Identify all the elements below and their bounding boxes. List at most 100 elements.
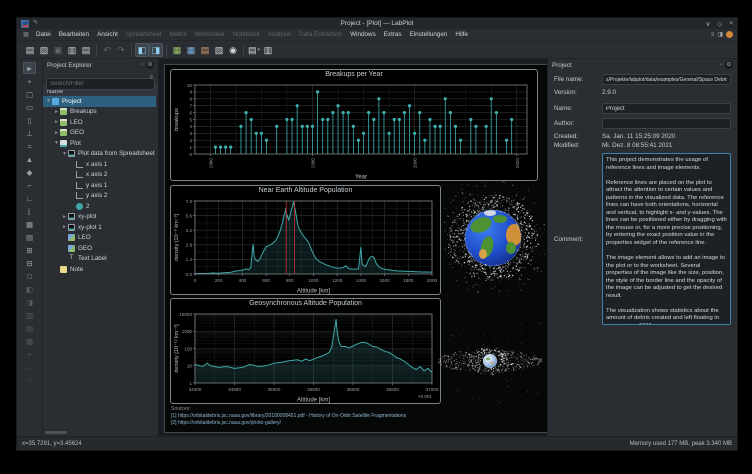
expander-icon[interactable]: ▾ xyxy=(53,140,60,146)
expander-icon[interactable]: ▾ xyxy=(61,151,68,157)
close-button[interactable]: × xyxy=(729,20,733,27)
near-earth-chart[interactable]: 0 200 400 600 800 1000 1200 1400 1600 1800 2000 0.0… xyxy=(171,197,440,294)
tree-item-breakups[interactable]: ▸ Breakups xyxy=(43,107,156,118)
breakups-chart[interactable]: 1960 1980 2000 2020 0 1 2 3 4 5 67 8 9 10 Year breakups xyxy=(171,81,537,180)
geo-debris-image[interactable] xyxy=(435,299,547,423)
zoom-select-icon[interactable]: ▢ xyxy=(23,88,36,100)
tree-item-x-axis-2[interactable]: x axis 2 xyxy=(43,170,156,181)
tree-item-geo[interactable]: GEO xyxy=(43,243,156,254)
dock-gear-icon[interactable]: ⚙ xyxy=(725,61,733,69)
open-project-button[interactable]: ▧ xyxy=(37,43,51,57)
leo-debris-image[interactable] xyxy=(443,181,545,297)
tree-item-note[interactable]: Note xyxy=(43,264,156,275)
comment-field[interactable]: This project demonstrates the usage of r… xyxy=(602,153,731,325)
menu-datei[interactable]: Datei xyxy=(32,31,55,38)
tree-item-geo[interactable]: ▸ GEO xyxy=(43,128,156,139)
tree-item-x-axis-1[interactable]: x axis 1 xyxy=(43,159,156,170)
tree-item-leo[interactable]: ▸ LEO xyxy=(43,117,156,128)
toggle-properties-button[interactable]: ◨ xyxy=(149,42,163,57)
panel-toggle-icon[interactable]: ◨ xyxy=(717,31,723,38)
data-extraction-button[interactable]: ◉ xyxy=(226,43,240,57)
new-spreadsheet-button[interactable]: ▦ xyxy=(170,43,184,57)
tree-item-2[interactable]: 2 xyxy=(43,201,156,212)
tree-item-y-axis-2[interactable]: y axis 2 xyxy=(43,191,156,202)
search-input[interactable] xyxy=(46,78,155,90)
new-worksheet-button[interactable]: ▤ xyxy=(198,43,212,57)
menu-ansicht[interactable]: Ansicht xyxy=(93,31,122,38)
expander-icon[interactable]: ▸ xyxy=(61,214,68,220)
menu-bearbeiten[interactable]: Bearbeiten xyxy=(55,31,93,38)
tree-item-xy-plot-1[interactable]: ▸ xy-plot 1 xyxy=(43,222,156,233)
tree-item-leo[interactable]: LEO xyxy=(43,233,156,244)
zoom-x-select-icon[interactable]: ▭ xyxy=(23,101,36,113)
reference-corner-icon[interactable]: ⌊ xyxy=(23,205,36,217)
zoom-y-select-icon[interactable]: ▯ xyxy=(23,114,36,126)
add-image-icon[interactable]: ▤ xyxy=(23,231,36,243)
tree-item-project[interactable]: ▾ Project xyxy=(43,96,156,107)
tree-item-plot[interactable]: ▾ Plot xyxy=(43,138,156,149)
fit-height-icon[interactable]: ◨ xyxy=(23,296,36,308)
near-earth-plot[interactable]: Near Earth Altitude Population 0 200 400 60… xyxy=(170,185,441,295)
add-axis-icon[interactable]: ⊥ xyxy=(23,127,36,139)
save-project-button[interactable]: ▣ xyxy=(51,43,65,57)
add-plot-icon[interactable]: ▦ xyxy=(23,218,36,230)
dock-float-icon[interactable]: ▫ xyxy=(141,62,143,68)
notification-badge-icon[interactable] xyxy=(726,31,733,38)
dock-float-icon[interactable]: ▫ xyxy=(720,62,722,68)
menu-overflow-icon[interactable]: ▦ xyxy=(22,31,30,39)
add-analysis-icon[interactable]: ◆ xyxy=(23,166,36,178)
zoom-fit-icon[interactable]: □ xyxy=(23,270,36,282)
redo-button[interactable]: ↷ xyxy=(114,43,128,57)
import-button[interactable]: ▥ xyxy=(261,43,275,57)
zoom-out-icon[interactable]: ⊟ xyxy=(23,257,36,269)
geo-chart[interactable]: 34000 34500 35000 35500 36000 36500 3700011010… xyxy=(171,310,440,403)
new-notebook-button[interactable]: ▨ xyxy=(212,43,226,57)
print-preview-button[interactable]: ▤ xyxy=(79,43,93,57)
expander-icon[interactable]: ▸ xyxy=(61,224,68,230)
hamburger-icon[interactable]: ≡ xyxy=(711,32,715,38)
breakups-plot[interactable]: Breakups per Year 1960 1980 2000 2020 0 1 2 3 4 5… xyxy=(170,69,538,181)
tree-item-y-axis-1[interactable]: y axis 1 xyxy=(43,180,156,191)
properties-header[interactable]: Project ▫ ⚙ xyxy=(548,59,737,71)
worksheet-canvas[interactable]: Breakups per Year 1960 1980 2000 2020 0 1 2 3 4 5… xyxy=(164,64,548,433)
new-matrix-button[interactable]: ▦ xyxy=(184,43,198,57)
expander-icon[interactable]: ▸ xyxy=(53,119,60,125)
expander-icon[interactable]: ▸ xyxy=(53,130,60,136)
maximize-button[interactable]: ◇ xyxy=(717,20,722,28)
filter-icon[interactable]: ≡ xyxy=(149,75,153,81)
menu-windows[interactable]: Windows xyxy=(346,31,380,38)
new-project-button[interactable]: ▤ xyxy=(23,43,37,57)
layout-grid-icon[interactable]: ▦ xyxy=(23,335,36,347)
fit-width-icon[interactable]: ◧ xyxy=(23,283,36,295)
new-plot-button[interactable]: ▤ ▾ xyxy=(247,43,261,57)
minimize-button[interactable]: ∨ xyxy=(705,20,710,28)
sources-text-label[interactable]: Sources: [1] https://orbitaldebris.jsc.n… xyxy=(171,406,406,427)
tree-item-plot-data-from-spreadsheet[interactable]: ▾ Plot data from Spreadsheet xyxy=(43,149,156,160)
geo-plot[interactable]: Geosynchronous Altitude Population 34000… xyxy=(170,298,441,404)
grid-icon[interactable]: ∷ xyxy=(23,374,36,386)
expander-icon[interactable]: ▸ xyxy=(53,109,60,115)
dock-gear-icon[interactable]: ⚙ xyxy=(146,61,154,69)
tree-item-xy-plot[interactable]: ▸ xy-plot xyxy=(43,212,156,223)
snap-icon[interactable]: ∴ xyxy=(23,361,36,373)
reference-line-v-icon[interactable]: ∟ xyxy=(23,192,36,204)
layout-break-icon[interactable]: ÷ xyxy=(23,348,36,360)
crosshair-icon[interactable]: + xyxy=(23,75,36,87)
horizontal-scrollbar[interactable] xyxy=(45,431,67,434)
menu-hilfe[interactable]: Hilfe xyxy=(451,31,472,38)
zoom-in-icon[interactable]: ⊞ xyxy=(23,244,36,256)
tree-item-text-label[interactable]: T Text Label xyxy=(43,254,156,265)
layout-h-icon[interactable]: ▥ xyxy=(23,309,36,321)
file-name-field[interactable] xyxy=(602,74,731,85)
title-bar[interactable]: ✎ Project - [Plot] — LabPlot ∨ ◇ × xyxy=(17,18,737,29)
add-curve-icon[interactable]: ≈ xyxy=(23,140,36,152)
author-field[interactable] xyxy=(602,118,731,129)
add-legend-icon[interactable]: ▲ xyxy=(23,153,36,165)
toggle-project-explorer-button[interactable]: ◧ xyxy=(135,42,149,57)
reference-line-h-icon[interactable]: ⌐ xyxy=(23,179,36,191)
print-button[interactable]: ▥ xyxy=(65,43,79,57)
menu-extras[interactable]: Extras xyxy=(380,31,406,38)
undo-button[interactable]: ↶ xyxy=(100,43,114,57)
expander-icon[interactable]: ▾ xyxy=(45,98,52,104)
cursor-arrow-icon[interactable]: ► xyxy=(23,62,36,74)
